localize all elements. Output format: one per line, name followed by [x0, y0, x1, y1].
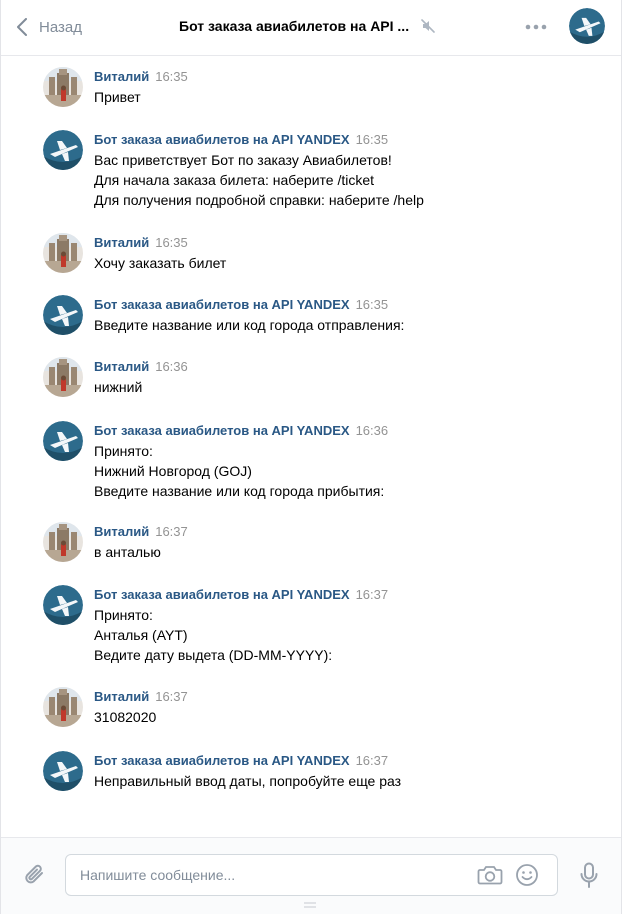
chat-window: Назад Бот заказа авиабилетов на API ... [0, 0, 622, 914]
message-text: Привет [94, 87, 141, 107]
user-avatar[interactable] [43, 687, 83, 727]
message-line: Неправильный ввод даты, попробуйте еще р… [94, 773, 402, 789]
message-meta: Бот заказа авиабилетов на API YANDEX 16:3… [94, 131, 388, 149]
message-time[interactable]: 16:37 [356, 587, 389, 602]
message-line: Ведите дату выдета (DD-MM-YYYY): [94, 647, 333, 663]
user-avatar[interactable] [43, 522, 83, 562]
message-list[interactable]: Виталий 16:35 Привет Бот заказа авиабилето… [1, 57, 621, 837]
chat-header: Назад Бот заказа авиабилетов на API ... [1, 0, 621, 56]
message-line: Анталья (AYT) [94, 627, 188, 643]
message-text: 31082020 [94, 707, 156, 727]
message-line: Для получения подробной справки: наберит… [94, 192, 424, 208]
user-avatar[interactable] [43, 233, 83, 273]
bot-avatar[interactable] [43, 421, 83, 461]
message-meta: Виталий 16:37 [94, 523, 188, 541]
message-meta: Виталий 16:35 [94, 68, 188, 86]
message-line: Введите название или код города прибытия… [94, 483, 385, 499]
message-meta: Виталий 16:35 [94, 234, 188, 252]
message-input[interactable] [80, 855, 460, 895]
user-avatar[interactable] [43, 67, 83, 107]
message-time[interactable]: 16:36 [155, 359, 188, 374]
message-meta: Бот заказа авиабилетов на API YANDEX 16:3… [94, 296, 388, 314]
sender-name[interactable]: Бот заказа авиабилетов на API YANDEX [94, 753, 350, 768]
chevron-left-icon [17, 18, 27, 36]
message-time[interactable]: 16:35 [356, 297, 389, 312]
sender-name[interactable]: Виталий [94, 359, 149, 374]
bot-avatar[interactable] [43, 585, 83, 625]
user-avatar[interactable] [43, 357, 83, 397]
paperclip-icon[interactable] [23, 862, 47, 888]
message-meta: Виталий 16:37 [94, 688, 188, 706]
sender-name[interactable]: Бот заказа авиабилетов на API YANDEX [94, 587, 350, 602]
message-line: Принято: [94, 607, 153, 623]
sender-name[interactable]: Виталий [94, 689, 149, 704]
message-composer [1, 837, 621, 914]
sender-name[interactable]: Виталий [94, 69, 149, 84]
message-line: Привет [94, 89, 141, 105]
message-time[interactable]: 16:35 [356, 132, 389, 147]
message-time[interactable]: 16:37 [356, 753, 389, 768]
message-text: Принято: Нижний Новгород (GOJ) Введите наз… [94, 441, 384, 501]
smile-icon[interactable] [515, 863, 539, 887]
message-meta: Бот заказа авиабилетов на API YANDEX 16:3… [94, 586, 388, 604]
sender-name[interactable]: Бот заказа авиабилетов на API YANDEX [94, 132, 350, 147]
message-line: Хочу заказать билет [94, 255, 227, 271]
message-meta: Виталий 16:36 [94, 358, 188, 376]
sender-name[interactable]: Виталий [94, 235, 149, 250]
message-line: Для начала заказа билета: наберите /tick… [94, 172, 375, 188]
message-time[interactable]: 16:36 [356, 423, 389, 438]
message-text: в анталью [94, 542, 161, 562]
message-line: в анталью [94, 544, 161, 560]
message-line: Вас приветствует Бот по заказу Авиабилет… [94, 152, 392, 168]
sender-name[interactable]: Бот заказа авиабилетов на API YANDEX [94, 297, 350, 312]
more-horizontal-icon[interactable] [525, 24, 547, 30]
sender-name[interactable]: Бот заказа авиабилетов на API YANDEX [94, 423, 350, 438]
message-line: 31082020 [94, 709, 157, 725]
back-label: Назад [39, 18, 82, 36]
message-text: Хочу заказать билет [94, 253, 226, 273]
sender-name[interactable]: Виталий [94, 524, 149, 539]
message-text: Введите название или код города отправле… [94, 315, 404, 335]
message-text: Вас приветствует Бот по заказу Авиабилет… [94, 150, 424, 210]
message-input-box[interactable] [65, 854, 558, 896]
message-time[interactable]: 16:37 [155, 689, 188, 704]
back-button[interactable]: Назад [17, 16, 82, 38]
message-meta: Бот заказа авиабилетов на API YANDEX 16:3… [94, 752, 388, 770]
message-line: Введите название или код города отправле… [94, 317, 405, 333]
message-line: нижний [94, 379, 143, 395]
chat-avatar[interactable] [569, 8, 605, 44]
message-line: Принято: [94, 443, 153, 459]
message-text: Неправильный ввод даты, попробуйте еще р… [94, 771, 401, 791]
bot-avatar[interactable] [43, 130, 83, 170]
message-line: Нижний Новгород (GOJ) [94, 463, 252, 479]
camera-icon[interactable] [477, 864, 503, 886]
muted-speaker-icon [421, 19, 435, 33]
message-text: нижний [94, 377, 142, 397]
chat-title: Бот заказа авиабилетов на API ... [179, 18, 410, 34]
message-time[interactable]: 16:37 [155, 524, 188, 539]
chat-title-area[interactable]: Бот заказа авиабилетов на API ... [179, 18, 435, 34]
resize-grip-icon[interactable] [304, 902, 316, 908]
message-time[interactable]: 16:35 [155, 69, 188, 84]
bot-avatar[interactable] [43, 751, 83, 791]
message-meta: Бот заказа авиабилетов на API YANDEX 16:3… [94, 422, 388, 440]
microphone-icon[interactable] [579, 862, 599, 890]
message-text: Принято: Анталья (AYT) Ведите дату выдета … [94, 605, 332, 665]
bot-avatar[interactable] [43, 295, 83, 335]
message-time[interactable]: 16:35 [155, 235, 188, 250]
